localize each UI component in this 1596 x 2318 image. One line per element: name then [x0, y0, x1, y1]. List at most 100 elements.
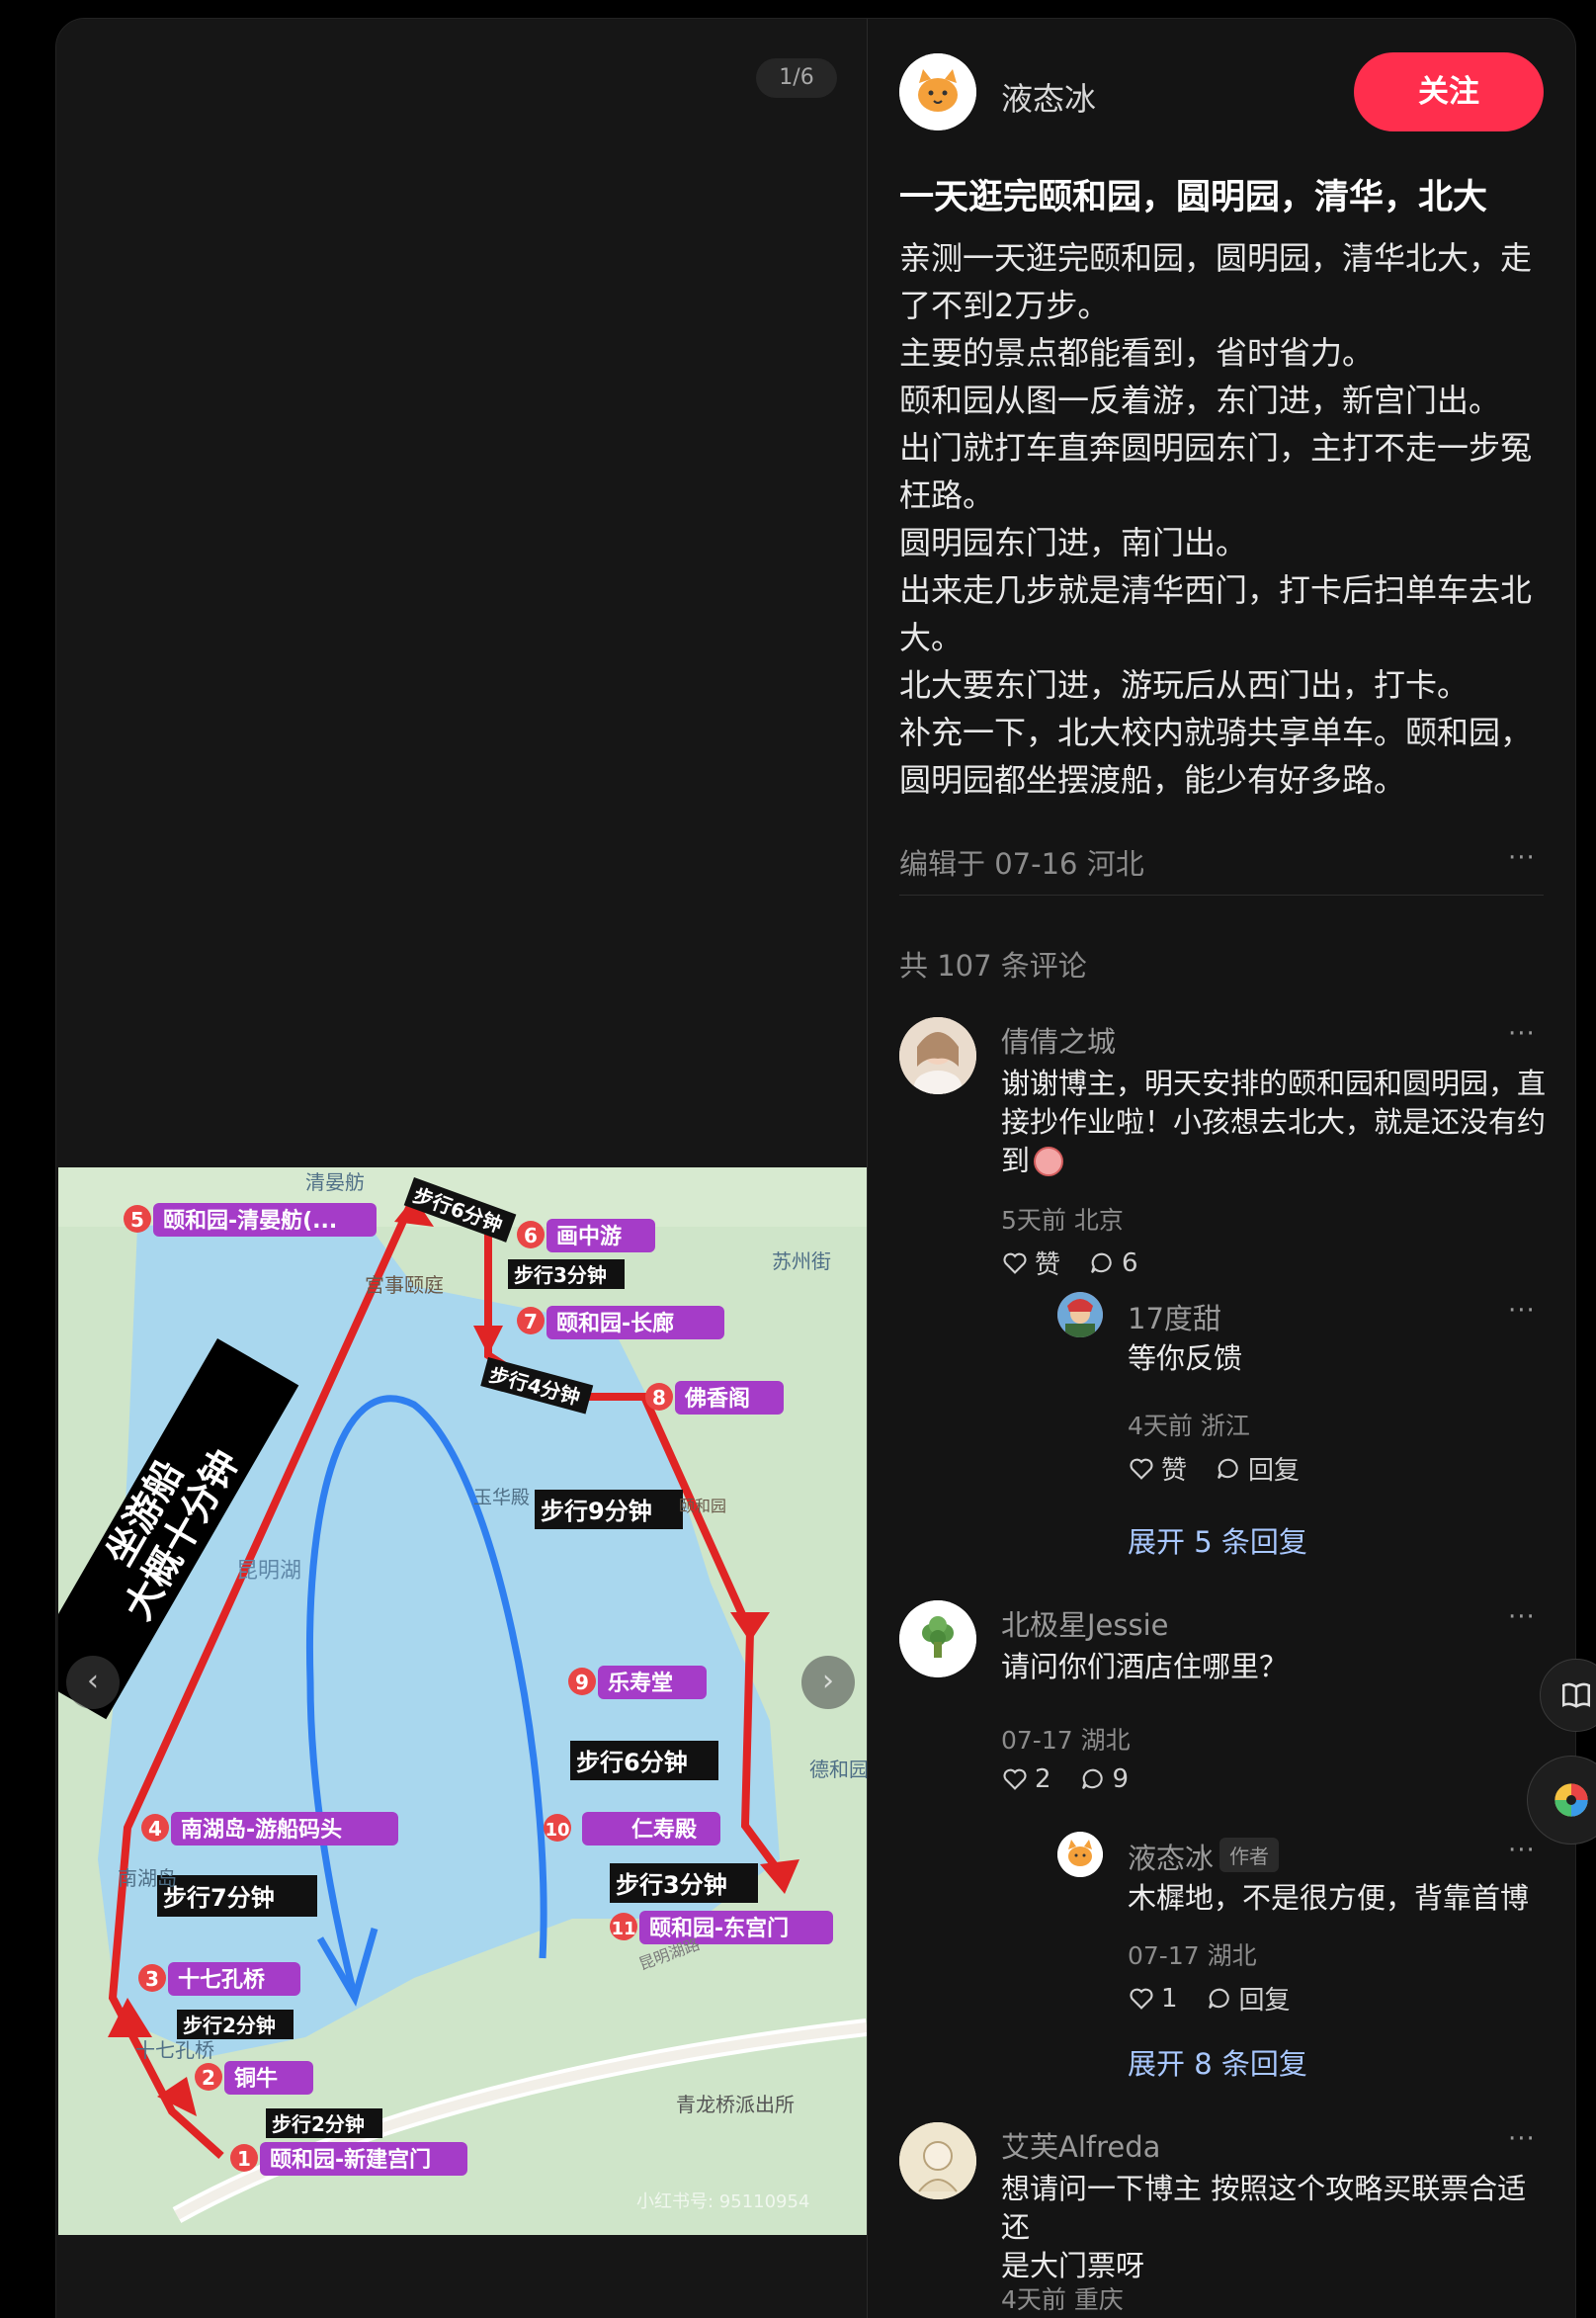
reply-author-name[interactable]: 17度甜: [1128, 1296, 1221, 1337]
prev-image-button[interactable]: ‹: [66, 1656, 120, 1709]
heart-icon: [1130, 1458, 1153, 1480]
reply-more-button[interactable]: ···: [1508, 1836, 1536, 1865]
post-body: 亲测一天逛完颐和园，圆明园，清华北大，走 了不到2万步。 主要的景点都能看到，省…: [899, 234, 1532, 804]
route-map-image: 坐游船 大概十分钟 5 颐和园-清晏舫(... 6 画中游 7 颐和园-长廊 8…: [58, 1167, 867, 2235]
like-label: 赞: [1035, 1250, 1061, 1280]
reply-avatar[interactable]: [1057, 1832, 1103, 1877]
like-button[interactable]: 赞: [1001, 1245, 1060, 1281]
svg-text:11: 11: [611, 1919, 635, 1939]
expand-replies-button[interactable]: 展开 5 条回复: [1128, 1519, 1307, 1561]
reply-button[interactable]: 回复: [1206, 1980, 1291, 2017]
post-title: 一天逛完颐和园，圆明园，清华，北大: [899, 178, 1488, 217]
color-palette-icon: [1554, 1783, 1588, 1817]
book-icon: [1561, 1682, 1591, 1708]
heart-icon: [1130, 1988, 1153, 2010]
detail-panel: 液态冰 关注 一天逛完颐和园，圆明园，清华，北大 亲测一天逛完颐和园，圆明园，清…: [868, 19, 1575, 2318]
reply-text: 等你反馈: [1128, 1341, 1243, 1375]
post-line: 大。: [899, 619, 964, 656]
svg-text:3: 3: [145, 1967, 159, 1991]
post-line: 出来走几步就是清华西门，打卡后扫单车去北: [899, 571, 1533, 609]
svg-text:8: 8: [652, 1386, 666, 1410]
svg-text:步行3分钟: 步行3分钟: [514, 1263, 607, 1287]
reply-more-button[interactable]: ···: [1508, 1296, 1536, 1326]
svg-text:6: 6: [524, 1224, 538, 1247]
reply-label: 回复: [1248, 1456, 1301, 1486]
post-line: 了不到2万步。: [899, 287, 1110, 324]
reply-button[interactable]: 9: [1079, 1764, 1130, 1794]
commenter-avatar[interactable]: [899, 1017, 976, 1094]
like-button[interactable]: 1: [1128, 1984, 1178, 2014]
like-label: 赞: [1161, 1456, 1188, 1486]
svg-text:颐和园-东宫门: 颐和园-东宫门: [649, 1916, 789, 1941]
comment-count: 共 107 条评论: [899, 949, 1087, 983]
heart-icon: [1003, 1768, 1027, 1790]
svg-text:铜牛: 铜牛: [234, 2066, 278, 2092]
svg-text:颐和园-新建宫门: 颐和园-新建宫门: [270, 2147, 431, 2173]
comment-meta: 5天前 北京: [1001, 1206, 1124, 1235]
svg-text:10: 10: [545, 1820, 569, 1841]
reply-count: 9: [1112, 1764, 1130, 1794]
like-button[interactable]: 赞: [1128, 1450, 1187, 1487]
author-name[interactable]: 液态冰: [1001, 74, 1096, 120]
commenter-avatar[interactable]: [899, 1600, 976, 1677]
comment-line: 请问你们酒店住哪里？: [1001, 1650, 1289, 1683]
svg-text:画中游: 画中游: [556, 1224, 622, 1249]
reply-text: 木樨地，不是很方便，背靠首博: [1128, 1881, 1530, 1915]
section-divider: [899, 895, 1544, 896]
reply-button[interactable]: 回复: [1215, 1450, 1300, 1487]
svg-text:南湖岛: 南湖岛: [118, 1866, 177, 1890]
like-button[interactable]: 2: [1001, 1764, 1051, 1794]
expand-replies-button[interactable]: 展开 8 条回复: [1128, 2041, 1307, 2083]
comment-more-button[interactable]: ···: [1508, 1019, 1536, 1049]
post-line: 颐和园从图一反着游，东门进，新宫门出。: [899, 382, 1501, 419]
post-line: 补充一下，北大校内就骑共享单车。颐和园，: [899, 714, 1533, 751]
reply-actions: 赞 回复: [1128, 1450, 1300, 1487]
svg-text:步行3分钟: 步行3分钟: [616, 1871, 727, 1899]
svg-text:昆明湖: 昆明湖: [236, 1559, 301, 1584]
commenter-name[interactable]: 艾芙Alfreda: [1001, 2124, 1160, 2166]
svg-text:颐和园: 颐和园: [679, 1497, 726, 1515]
post-line: 出门就打车直奔圆明园东门，主打不走一步冤: [899, 429, 1533, 467]
svg-text:玉华殿: 玉华殿: [473, 1487, 530, 1508]
reply-meta: 4天前 浙江: [1128, 1412, 1250, 1440]
comment-line: 谢谢博主，明天安排的颐和园和圆明园，直: [1001, 1067, 1547, 1100]
comment-line-text: 到: [1001, 1144, 1031, 1177]
svg-text:乐寿堂: 乐寿堂: [608, 1671, 673, 1696]
follow-button[interactable]: 关注: [1354, 52, 1544, 131]
svg-text:十七孔桥: 十七孔桥: [135, 2038, 214, 2062]
grimace-emoji-icon: [1034, 1146, 1064, 1176]
next-image-button[interactable]: ›: [801, 1656, 855, 1709]
svg-text:十七孔桥: 十七孔桥: [178, 1967, 265, 1993]
comment-more-button[interactable]: ···: [1508, 2124, 1536, 2154]
svg-text:1: 1: [237, 2147, 251, 2171]
reply-button[interactable]: 6: [1088, 1248, 1138, 1278]
svg-text:佛香阁: 佛香阁: [684, 1386, 750, 1412]
post-line: 北大要东门进，游玩后从西门出，打卡。: [899, 666, 1470, 704]
reply-author-name[interactable]: 液态冰: [1128, 1836, 1214, 1877]
svg-text:德和园: 德和园: [809, 1758, 867, 1781]
chat-bubble-icon: [1218, 1458, 1238, 1479]
comment-more-button[interactable]: ···: [1508, 1602, 1536, 1632]
svg-text:9: 9: [575, 1671, 589, 1694]
media-viewer[interactable]: 1/6 坐游船 大概十分钟 5 颐和园-清晏舫(... 6 画中游 7 颐和园-…: [56, 19, 867, 2318]
post-more-button[interactable]: ···: [1508, 843, 1536, 873]
commenter-avatar[interactable]: [899, 2122, 976, 2199]
chat-bubble-icon: [1091, 1252, 1112, 1273]
svg-text:步行2分钟: 步行2分钟: [183, 2014, 276, 2037]
author-badge: 作者: [1219, 1838, 1279, 1872]
post-line: 枉路。: [899, 476, 995, 514]
commenter-name[interactable]: 北极星Jessie: [1001, 1602, 1169, 1644]
post-line: 圆明园东门进，南门出。: [899, 524, 1248, 561]
comment-text: 想请问一下博主 按照这个攻略买联票合适还 是大门票呀: [1001, 2170, 1554, 2285]
svg-text:南湖岛-游船码头: 南湖岛-游船码头: [181, 1817, 342, 1843]
reply-avatar[interactable]: [1057, 1292, 1103, 1337]
reply-label: 回复: [1238, 1986, 1291, 2016]
comment-actions: 赞 6: [1001, 1245, 1138, 1281]
comment-line: 想请问一下博主 按照这个攻略买联票合适还: [1001, 2172, 1527, 2244]
author-avatar[interactable]: [899, 53, 976, 130]
svg-text:4: 4: [148, 1817, 162, 1841]
svg-text:苏州街: 苏州街: [772, 1249, 831, 1273]
note-detail-window: 1/6 坐游船 大概十分钟 5 颐和园-清晏舫(... 6 画中游 7 颐和园-…: [55, 18, 1576, 2318]
reply-actions: 1 回复: [1128, 1980, 1291, 2017]
commenter-name[interactable]: 倩倩之城: [1001, 1019, 1116, 1061]
